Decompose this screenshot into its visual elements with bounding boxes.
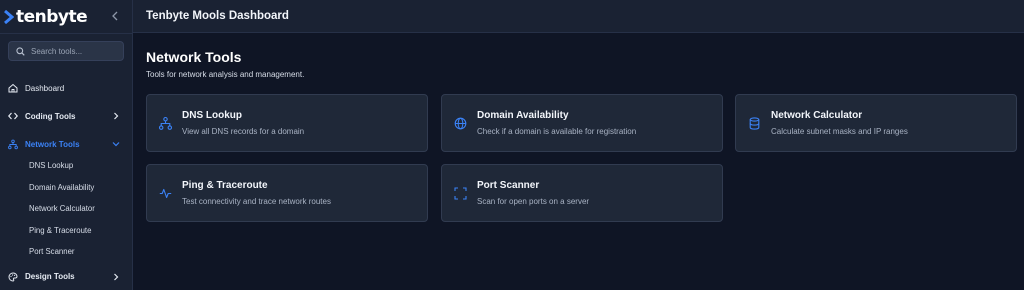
card-title: Ping & Traceroute [182, 180, 268, 191]
logo-text: tenbyte [16, 6, 88, 27]
tool-card-dns-lookup[interactable]: DNS Lookup View all DNS records for a do… [146, 94, 428, 152]
scan-icon [454, 187, 467, 200]
sidebar-item-network-tools[interactable]: Network Tools [0, 133, 133, 155]
tool-card-port-scanner[interactable]: Port Scanner Scan for open ports on a se… [441, 164, 723, 222]
card-description: Calculate subnet masks and IP ranges [771, 127, 908, 136]
card-description: Check if a domain is available for regis… [477, 127, 637, 136]
sitemap-icon [159, 117, 172, 130]
pulse-icon [159, 188, 172, 199]
globe-icon [454, 117, 467, 130]
code-icon [8, 111, 18, 121]
top-header: Tenbyte Mools Dashboard [133, 0, 1024, 33]
logo[interactable]: tenbyte [4, 6, 88, 27]
card-title: DNS Lookup [182, 110, 242, 121]
search-input[interactable] [31, 46, 121, 56]
card-title: Network Calculator [771, 110, 863, 121]
chevron-right-icon [111, 272, 121, 282]
sidebar: tenbyte Dashboard C [0, 0, 133, 290]
tool-card-domain-availability[interactable]: Domain Availability Check if a domain is… [441, 94, 723, 152]
sidebar-item-label: Dashboard [25, 83, 65, 93]
sidebar-subitem-port-scanner[interactable]: Port Scanner [0, 241, 133, 263]
search-icon [16, 46, 25, 56]
tool-card-network-calculator[interactable]: Network Calculator Calculate subnet mask… [735, 94, 1017, 152]
card-description: View all DNS records for a domain [182, 127, 305, 136]
main-content: Network Tools Tools for network analysis… [133, 34, 1024, 290]
chevron-left-icon [112, 11, 118, 21]
collapse-sidebar-button[interactable] [108, 9, 122, 23]
search-box[interactable] [8, 41, 124, 61]
page-title: Network Tools [146, 49, 242, 65]
sidebar-item-coding-tools[interactable]: Coding Tools [0, 105, 133, 127]
palette-icon [8, 271, 18, 282]
card-title: Port Scanner [477, 180, 540, 191]
sidebar-item-design-tools[interactable]: Design Tools [0, 266, 133, 288]
sidebar-subitem-ping-traceroute[interactable]: Ping & Traceroute [0, 220, 133, 242]
tool-card-ping-traceroute[interactable]: Ping & Traceroute Test connectivity and … [146, 164, 428, 222]
card-description: Test connectivity and trace network rout… [182, 197, 331, 206]
sidebar-item-dashboard[interactable]: Dashboard [0, 77, 133, 99]
sidebar-subitem-network-calculator[interactable]: Network Calculator [0, 198, 133, 220]
network-icon [8, 139, 18, 149]
sidebar-subitem-dns-lookup[interactable]: DNS Lookup [0, 155, 133, 177]
sidebar-subitem-domain-availability[interactable]: Domain Availability [0, 177, 133, 199]
sidebar-item-label: Network Tools [25, 139, 80, 149]
logo-chevron-icon [4, 9, 14, 24]
search-wrap [0, 34, 132, 68]
logo-row: tenbyte [0, 0, 132, 33]
chevron-down-icon [111, 139, 121, 149]
card-title: Domain Availability [477, 110, 569, 121]
page-subtitle: Tools for network analysis and managemen… [146, 70, 305, 79]
card-description: Scan for open ports on a server [477, 197, 590, 206]
database-icon [749, 117, 760, 130]
home-icon [8, 83, 18, 93]
sidebar-item-label: Design Tools [25, 272, 75, 281]
sidebar-nav: Dashboard Coding Tools Network Tools DNS… [0, 77, 133, 288]
chevron-right-icon [111, 111, 121, 121]
sidebar-item-label: Coding Tools [25, 111, 76, 121]
header-title: Tenbyte Mools Dashboard [146, 10, 289, 22]
